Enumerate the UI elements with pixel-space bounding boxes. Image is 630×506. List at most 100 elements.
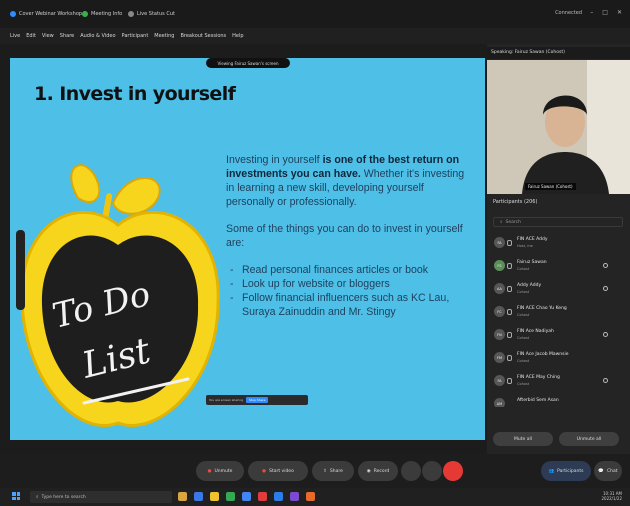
participant-row[interactable]: FC FIN ACE Chao Yu Keng Cohost [487,303,630,326]
unmute-button[interactable]: ● Unmute [196,461,244,481]
chat-icon: 💬 [598,468,605,474]
tab-label: Cover Webinar Workshop 1 [19,10,87,17]
participants-header: Participants (206) [493,199,538,205]
more-button[interactable] [422,461,442,481]
menu-item-participant[interactable]: Participant [122,33,149,39]
mute-all-button[interactable]: Mute all [493,432,553,446]
menu-item-share[interactable]: Share [60,33,74,39]
participant-row[interactable]: AM Afterbid Sem Asan [487,395,630,407]
participant-role: Cohost [517,336,530,340]
close-icon[interactable]: ✕ [617,9,622,16]
video-status-icon [603,378,608,383]
mic-icon [507,355,512,361]
mic-icon [507,240,512,246]
taskbar-app-icon[interactable] [226,492,235,501]
slide-paragraph-2: Some of the things you can do to invest … [226,223,463,249]
todo-apple-illustration: To Do List [20,164,220,427]
search-icon: ⌕ [36,495,39,500]
participant-row[interactable]: AA Addy Addy Cohost [487,280,630,303]
menu-item-help[interactable]: Help [232,33,243,39]
live-icon [128,10,134,17]
video-status-icon [603,332,608,337]
share-screen-icon: ⇧ [323,468,327,474]
shared-slide: 1. Invest in yourself To Do List Investi… [10,58,485,440]
minimize-icon[interactable]: – [590,9,593,16]
participant-row[interactable]: FA FIN ACE May Ching Cohost [487,372,630,395]
panel-actions: Mute all Unmute all [487,428,630,448]
record-button[interactable]: ◉ Record [358,461,398,481]
slide-title: 1. Invest in yourself [34,83,236,105]
video-off-icon: ● [262,468,267,474]
avatar: FM [494,352,505,363]
participants-panel: Speaking: Fairuz Sawan (Cohost) Fairuz S… [487,44,630,454]
annotation-toolbar[interactable] [16,230,25,310]
taskbar-app-icon[interactable] [274,492,283,501]
mic-icon [507,378,512,384]
active-speaker-label: Speaking: Fairuz Sawan (Cohost) [487,47,630,59]
participant-role: Cohost [517,382,530,386]
participant-name: FIN Ace Jacob Mawnsie [517,352,569,357]
participant-role: Cohost [517,313,530,317]
participant-row[interactable]: FM FIN Ace Jacob Mawnsie Cohost [487,349,630,372]
speaker-video-frame [487,60,630,194]
maximize-icon[interactable]: □ [602,9,608,16]
title-bar: Cover Webinar Workshop 1 Meeting Info Li… [0,0,630,28]
windows-start-icon[interactable] [12,492,20,500]
speaker-video[interactable]: Fairuz Sawan (Cohost) [487,60,630,194]
tab-label: Live Status Cut [137,10,175,17]
tab-webinar[interactable]: Cover Webinar Workshop 1 [10,9,87,18]
participant-role: Host, me [517,244,533,248]
menu-item-live[interactable]: Live [10,33,20,39]
participant-name: Afterbid Sem Asan [517,398,559,403]
video-name-tag: Fairuz Sawan (Cohost) [525,183,576,190]
share-button[interactable]: ⇧ Share [312,461,354,481]
video-status-icon [603,263,608,268]
taskbar-app-icon[interactable] [210,492,219,501]
taskbar-search-input[interactable]: ⌕ Type here to search [30,491,172,503]
menu-item-breakout[interactable]: Breakout Sessions [180,33,226,39]
menu-item-view[interactable]: View [42,33,54,39]
windows-taskbar: ⌕ Type here to search 10:31 AM 2022/1/22 [0,488,630,506]
participant-row[interactable]: FA FIN ACE Addy Host, me [487,234,630,257]
list-item: Follow financial influencers such as KC … [226,291,474,319]
zoom-logo-icon [10,10,16,17]
mic-icon [507,309,512,315]
mic-icon [507,332,512,338]
participant-row[interactable]: FN FIN Ace Nadiyah Cohost [487,326,630,349]
avatar: FC [494,306,505,317]
taskbar-app-icon[interactable] [194,492,203,501]
list-item: Look up for website or bloggers [226,277,474,291]
taskbar-app-icon[interactable] [290,492,299,501]
unmute-all-button[interactable]: Unmute all [559,432,619,446]
chat-button[interactable]: 💬 Chat [594,461,622,481]
taskbar-app-icon[interactable] [306,492,315,501]
participant-list: FA FIN ACE Addy Host, me FS Fairuz Sawan… [487,234,630,407]
participant-name: FIN Ace Nadiyah [517,329,554,334]
participant-search-input[interactable]: ⌕ Search [493,217,623,227]
menu-bar: Live Edit View Share Audio & Video Parti… [0,28,630,44]
avatar: AM [494,398,505,407]
viewing-screen-label[interactable]: Viewing Fairuz Sawan's screen [206,58,290,68]
tab-live-status[interactable]: Live Status Cut [128,9,175,18]
menu-item-meeting[interactable]: Meeting [154,33,174,39]
taskbar-app-icon[interactable] [242,492,251,501]
menu-item-audio-video[interactable]: Audio & Video [80,33,115,39]
list-item: Read personal finances articles or book [226,263,474,277]
participant-row[interactable]: FS Fairuz Sawan Cohost [487,257,630,280]
taskbar-app-icon[interactable] [258,492,267,501]
slide-body: Investing in yourself is one of the best… [226,153,474,319]
menu-item-edit[interactable]: Edit [26,33,36,39]
leave-button[interactable] [443,461,463,481]
mic-off-icon: ● [207,468,212,474]
search-icon: ⌕ [500,220,503,225]
stop-share-button[interactable]: Stop Share [246,397,269,403]
taskbar-app-icon[interactable] [178,492,187,501]
participant-name: FIN ACE Chao Yu Keng [517,306,567,311]
reactions-button[interactable] [401,461,421,481]
start-video-button[interactable]: ● Start video [248,461,308,481]
participant-role: Cohost [517,267,530,271]
shield-icon [82,10,88,17]
participants-button[interactable]: 👥 Participants [541,461,591,481]
avatar: FN [494,329,505,340]
tab-meeting-info[interactable]: Meeting Info [82,9,122,18]
